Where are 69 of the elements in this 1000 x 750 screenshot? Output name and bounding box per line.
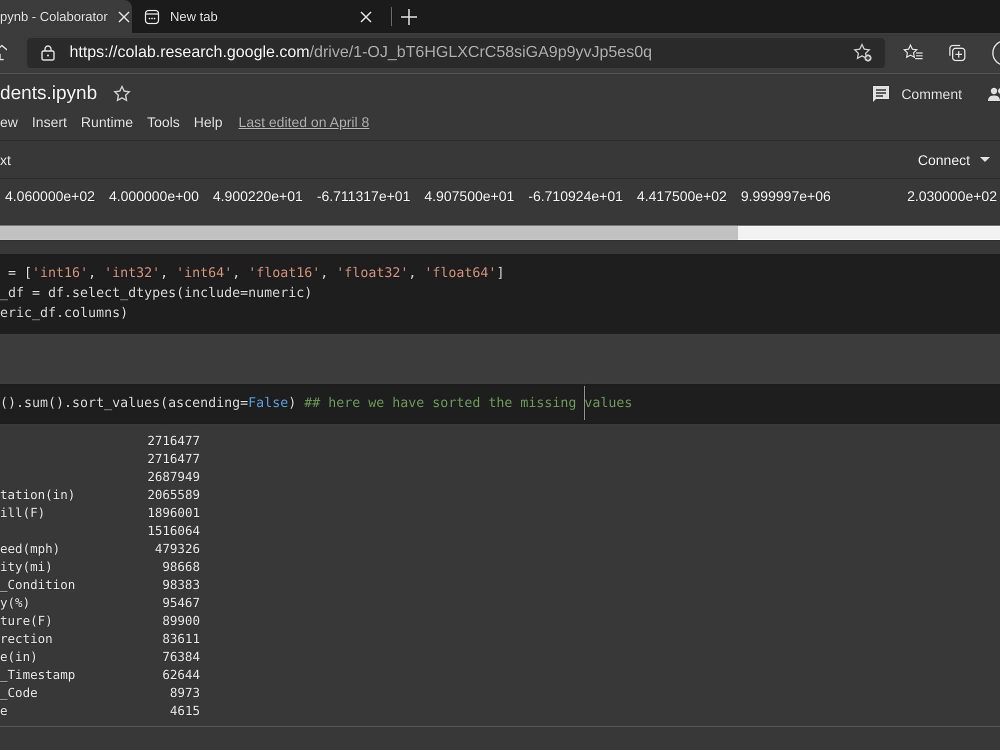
menu-item[interactable]: Tools (147, 114, 180, 130)
table-cell: 4.900220e+01 (212, 188, 303, 204)
menu-item[interactable]: Insert (32, 114, 67, 130)
lock-icon[interactable] (41, 45, 56, 61)
table-cell: 4.060000e+02 (5, 188, 95, 204)
missing-count: 1516064 (146, 522, 200, 540)
comment-icon (871, 84, 892, 104)
people-icon[interactable] (988, 86, 1000, 102)
missing-count: 83611 (161, 630, 200, 648)
menu-item[interactable]: Help (194, 114, 223, 130)
connect-button[interactable]: Connect (918, 152, 990, 168)
column-name: tation(in) (0, 487, 76, 502)
horizontal-scrollbar[interactable] (0, 225, 1000, 240)
missing-count: 76384 (161, 648, 200, 666)
missing-count: 479326 (154, 540, 200, 558)
column-name: _Code (0, 685, 38, 700)
code-cell[interactable]: ().sum().sort_values(ascending=False) ## here we have sorted the missing values (0, 384, 1000, 424)
menu-item[interactable]: ew (0, 114, 18, 130)
column-name: ity(mi) (0, 559, 53, 574)
missing-count: 2716477 (146, 432, 200, 450)
table-cell: 2.030000e+02 (907, 188, 997, 204)
missing-count: 62644 (161, 666, 200, 684)
browser-tab[interactable]: New tab (132, 0, 382, 33)
missing-count: 89900 (161, 612, 200, 630)
collections-icon[interactable] (948, 43, 967, 63)
column-name: e (0, 703, 8, 718)
column-name: _Timestamp (0, 667, 76, 682)
table-cell: -6.711317e+01 (316, 188, 410, 204)
notebook-title[interactable]: dents.ipynb (0, 83, 98, 105)
caret-icon (980, 156, 990, 162)
tab-page-icon (144, 8, 160, 24)
table-cell: -6.710924e+01 (528, 188, 623, 204)
table-cell: 4.000000e+00 (108, 188, 199, 204)
missing-count: 98383 (161, 576, 200, 594)
close-icon[interactable] (360, 10, 372, 22)
column-name: e(in) (0, 649, 38, 664)
missing-count: 8973 (168, 684, 200, 702)
column-name: ture(F) (0, 613, 53, 628)
menu-item[interactable]: Runtime (80, 114, 134, 130)
missing-count: 4615 (168, 702, 200, 720)
code-cell[interactable]: = ['int16', 'int32', 'int64', 'float16', 'float32', 'float64'] _df = df.select_dtypes(include=numeric) eric_df.columns) (0, 254, 1000, 334)
missing-count: 2687949 (146, 468, 200, 486)
missing-count: 1896001 (146, 504, 200, 522)
missing-count: 2716477 (146, 450, 200, 468)
table-cell: 9.999997e+06 (740, 188, 831, 204)
code-line: ().sum().sort_values(ascending=False) ## here we have sorted the missing values (0, 395, 634, 413)
add-favorite-icon[interactable] (853, 43, 874, 63)
last-edited-link[interactable]: Last edited on April 8 (238, 114, 370, 130)
missing-count: 98668 (161, 558, 200, 576)
missing-count: 95467 (161, 594, 200, 612)
column-name: eed(mph) (0, 541, 60, 556)
column-name: _Condition (0, 577, 76, 592)
table-cell: 4.417500e+02 (636, 188, 727, 204)
column-name: y(%) (0, 595, 30, 610)
home-icon[interactable] (0, 44, 8, 62)
comment-button[interactable]: Comment (871, 84, 962, 104)
column-name: rection (0, 631, 53, 646)
toolbar-button[interactable]: xt (0, 152, 11, 168)
new-tab-icon[interactable] (401, 8, 417, 24)
code-line: eric_df.columns) (0, 305, 130, 323)
address-field[interactable]: https://colab.research.google.com/drive/1-OJ_bT6HGLXCrC58siGA9p9yvJp5es0q (27, 38, 886, 68)
table-cell: 4.907500e+01 (424, 188, 514, 204)
code-line: _df = df.select_dtypes(include=numeric) (0, 285, 314, 303)
close-icon[interactable] (118, 10, 130, 22)
missing-count: 2065589 (146, 486, 200, 504)
star-icon[interactable] (113, 85, 132, 103)
code-line: = ['int16', 'int32', 'int64', 'float16', 'float32', 'float64'] (7, 265, 506, 283)
column-name: ill(F) (0, 505, 46, 520)
browser-tab[interactable]: pynb - Colaborator (0, 0, 132, 33)
